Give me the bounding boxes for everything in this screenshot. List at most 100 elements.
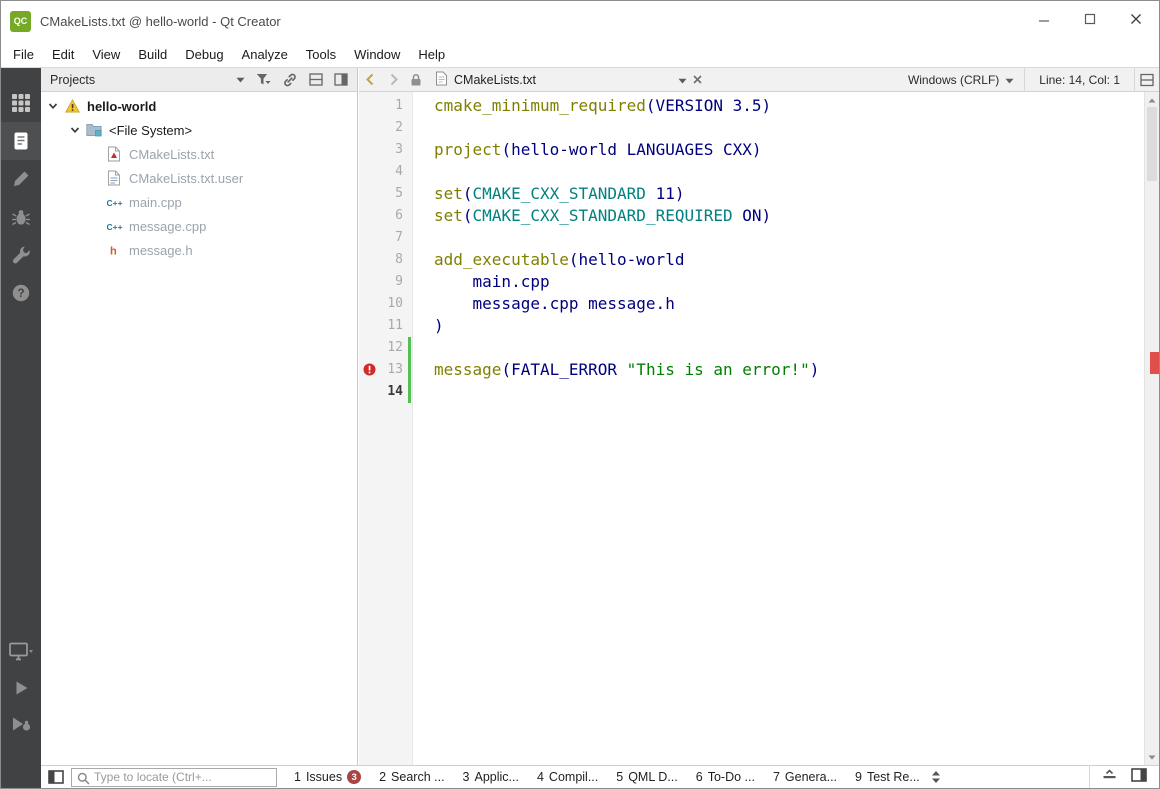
close-document-icon[interactable]: [687, 74, 708, 85]
output-pane-to-do[interactable]: 6 To-Do ...: [687, 766, 764, 789]
gutter-line-13[interactable]: 13: [359, 359, 413, 381]
gutter-line-3[interactable]: 3: [359, 139, 413, 161]
maximize-button[interactable]: [1067, 1, 1113, 41]
document-icon: [435, 71, 448, 89]
debug-mode-button[interactable]: [1, 198, 41, 236]
gutter-line-6[interactable]: 6: [359, 205, 413, 227]
line-ending-selector[interactable]: Windows (CRLF): [898, 73, 1024, 87]
code-editor[interactable]: 1 cmake_minimum_required(VERSION 3.5) 2 3 pr…: [359, 92, 1159, 765]
output-pane-test-re[interactable]: 9 Test Re...: [846, 766, 929, 789]
toggle-left-sidebar-icon[interactable]: [48, 770, 64, 784]
output-pane-arrows-icon[interactable]: [931, 770, 941, 784]
progress-details-icon[interactable]: [1102, 768, 1117, 786]
debug-run-button[interactable]: [1, 706, 41, 742]
menu-edit[interactable]: Edit: [43, 41, 83, 67]
close-button[interactable]: [1113, 1, 1159, 41]
gutter-line-2[interactable]: 2: [359, 117, 413, 139]
tree-item-hello-world[interactable]: hello-world: [41, 94, 357, 118]
output-pane-genera[interactable]: 7 Genera...: [764, 766, 846, 789]
change-bar: [408, 381, 411, 403]
scrollbar-thumb[interactable]: [1147, 107, 1157, 181]
output-pane-compil[interactable]: 4 Compil...: [528, 766, 607, 789]
output-pane-label: Search ...: [391, 770, 445, 784]
sync-with-editor-icon[interactable]: [282, 72, 298, 88]
projects-mode-button[interactable]: [1, 236, 41, 274]
code-text: cmake_minimum_required(VERSION 3.5): [434, 96, 772, 115]
line-number: 6: [395, 208, 403, 223]
gutter-line-11[interactable]: 11: [359, 315, 413, 337]
window-title: CMakeLists.txt @ hello-world - Qt Creato…: [40, 13, 281, 29]
split-panel-icon[interactable]: [309, 73, 323, 86]
code-line-1: 1 cmake_minimum_required(VERSION 3.5): [359, 95, 1144, 117]
code-line-14: 14: [359, 381, 1144, 403]
toggle-right-sidebar-icon[interactable]: [1131, 767, 1147, 787]
code-line-13: 13 message(FATAL_ERROR "This is an error!…: [359, 359, 1144, 381]
gutter-line-12[interactable]: 12: [359, 337, 413, 359]
help-icon: ?: [11, 283, 31, 303]
minimize-button[interactable]: [1021, 1, 1067, 41]
gutter-line-1[interactable]: 1: [359, 95, 413, 117]
output-pane-number: 5: [616, 770, 624, 784]
pane-dropdown-icon[interactable]: [236, 77, 245, 83]
tree-item-file-system[interactable]: <File System>: [41, 118, 357, 142]
document-selector[interactable]: CMakeLists.txt: [435, 68, 687, 91]
tree-item-message-cpp[interactable]: C++ message.cpp: [41, 214, 357, 238]
tree-item-main-cpp[interactable]: C++ main.cpp: [41, 190, 357, 214]
close-panel-icon[interactable]: [334, 73, 348, 86]
output-pane-number: 7: [772, 770, 780, 784]
gutter-line-10[interactable]: 10: [359, 293, 413, 315]
error-annotation-mark[interactable]: [1150, 352, 1159, 374]
output-pane-issues[interactable]: 1 Issues 3: [285, 766, 370, 789]
cursor-position: Line: 14, Col: 1: [1024, 68, 1134, 91]
locator-input[interactable]: [72, 768, 276, 786]
chevron-down-icon[interactable]: [69, 124, 81, 136]
scroll-up-icon[interactable]: [1145, 93, 1159, 107]
menu-file[interactable]: File: [4, 41, 43, 67]
tree-item-message-h[interactable]: h message.h: [41, 238, 357, 262]
editor-scrollbar[interactable]: [1144, 92, 1159, 765]
filter-icon[interactable]: [256, 73, 271, 86]
output-pane-applic[interactable]: 3 Applic...: [454, 766, 528, 789]
forward-icon[interactable]: [382, 73, 405, 86]
output-pane-search[interactable]: 2 Search ...: [370, 766, 453, 789]
help-mode-button[interactable]: ?: [1, 274, 41, 312]
menu-debug[interactable]: Debug: [176, 41, 232, 67]
qt-creator-window: QC CMakeLists.txt @ hello-world - Qt Cre…: [0, 0, 1160, 789]
run-button[interactable]: [1, 670, 41, 706]
menu-view[interactable]: View: [83, 41, 129, 67]
projects-panel: Projects hello-world <File System> CMakeLi…: [41, 68, 358, 765]
output-pane-qml-d[interactable]: 5 QML D...: [607, 766, 687, 789]
welcome-mode-button[interactable]: [1, 84, 41, 122]
line-number: 11: [387, 318, 403, 333]
issues-count-badge: 3: [347, 770, 362, 784]
gutter-line-5[interactable]: 5: [359, 183, 413, 205]
edit-mode-button[interactable]: [1, 122, 41, 160]
menu-build[interactable]: Build: [129, 41, 176, 67]
tree-item-cmakelists-txt-user[interactable]: CMakeLists.txt.user: [41, 166, 357, 190]
gutter-line-8[interactable]: 8: [359, 249, 413, 271]
gutter-line-9[interactable]: 9: [359, 271, 413, 293]
change-bar: [408, 359, 411, 381]
line-number: 3: [395, 142, 403, 157]
scroll-down-icon[interactable]: [1145, 750, 1159, 764]
gutter-line-7[interactable]: 7: [359, 227, 413, 249]
design-mode-button[interactable]: [1, 160, 41, 198]
menu-tools[interactable]: Tools: [297, 41, 345, 67]
menu-analyze[interactable]: Analyze: [233, 41, 297, 67]
chevron-down-icon[interactable]: [47, 100, 59, 112]
tree-item-label: main.cpp: [129, 194, 182, 210]
mode-sidebar: ?: [1, 68, 41, 788]
line-number: 1: [395, 98, 403, 113]
tree-item-cmakelists-txt[interactable]: CMakeLists.txt: [41, 142, 357, 166]
gutter-line-4[interactable]: 4: [359, 161, 413, 183]
menu-window[interactable]: Window: [345, 41, 409, 67]
menu-help[interactable]: Help: [409, 41, 454, 67]
gutter-line-14[interactable]: 14: [359, 381, 413, 403]
kit-selector-button[interactable]: [1, 634, 41, 670]
back-icon[interactable]: [359, 73, 382, 86]
split-editor-icon[interactable]: [1134, 68, 1159, 91]
chevron-down-icon: [678, 73, 687, 87]
tree-item-label: hello-world: [87, 98, 157, 114]
projects-panel-header: Projects: [41, 68, 357, 92]
code-line-6: 6 set(CMAKE_CXX_STANDARD_REQUIRED ON): [359, 205, 1144, 227]
